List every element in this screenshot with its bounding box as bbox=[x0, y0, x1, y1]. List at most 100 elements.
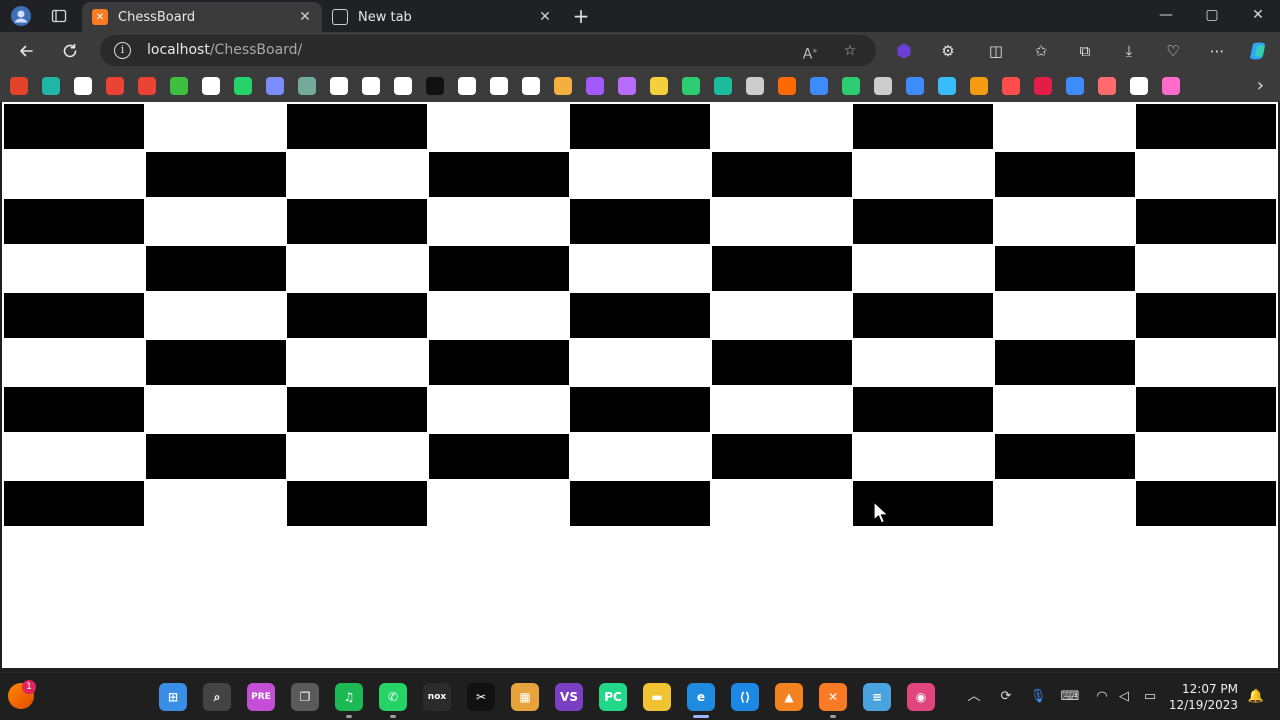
threads-icon[interactable] bbox=[330, 77, 348, 95]
framer-icon[interactable] bbox=[522, 77, 540, 95]
bing-icon[interactable] bbox=[906, 77, 924, 95]
gmail-icon[interactable] bbox=[106, 77, 124, 95]
store-icon[interactable]: ▦ bbox=[511, 683, 539, 711]
search-icon[interactable]: ⌕ bbox=[203, 683, 231, 711]
copilot-button[interactable] bbox=[1244, 37, 1274, 65]
edge-icon[interactable]: e bbox=[687, 683, 715, 711]
nox-icon[interactable]: nox bbox=[423, 683, 451, 711]
minimize-button[interactable]: — bbox=[1143, 0, 1189, 30]
back-button[interactable] bbox=[11, 37, 41, 65]
file-explorer-icon[interactable]: ▬ bbox=[643, 683, 671, 711]
site-info-icon[interactable]: i bbox=[114, 42, 131, 59]
volume-icon[interactable]: ◁ bbox=[1114, 687, 1134, 707]
whatsapp-icon[interactable] bbox=[234, 77, 252, 95]
a-icon[interactable] bbox=[1066, 77, 1084, 95]
close-tab-icon[interactable]: ✕ bbox=[298, 10, 312, 24]
close-window-button[interactable]: ✕ bbox=[1235, 0, 1280, 30]
settings-menu-button[interactable]: ⋯ bbox=[1202, 37, 1232, 65]
favorites-button[interactable]: ✩ bbox=[1026, 37, 1056, 65]
new-tab-button[interactable]: + bbox=[566, 3, 596, 29]
url-host: localhost bbox=[147, 42, 210, 58]
google-icon[interactable] bbox=[202, 77, 220, 95]
board-square-dark bbox=[853, 199, 993, 244]
refresh-button[interactable] bbox=[55, 37, 85, 65]
task-view-icon[interactable]: ❐ bbox=[291, 683, 319, 711]
close-tab-icon[interactable]: ✕ bbox=[538, 10, 552, 24]
notepad-icon[interactable]: ≡ bbox=[863, 683, 891, 711]
bookmarks-bar: › bbox=[0, 70, 1280, 102]
address-url[interactable]: localhost/ChessBoard/ bbox=[147, 42, 302, 58]
chevron-icon[interactable] bbox=[970, 77, 988, 95]
star-icon[interactable] bbox=[170, 77, 188, 95]
square-icon[interactable] bbox=[778, 77, 796, 95]
read-aloud-icon[interactable]: A» bbox=[800, 41, 820, 63]
split-screen-button[interactable]: ◫ bbox=[981, 37, 1011, 65]
pycharm-icon[interactable]: PC bbox=[599, 683, 627, 711]
sync-icon[interactable]: ⟳ bbox=[996, 687, 1016, 707]
gear-icon[interactable] bbox=[810, 77, 828, 95]
brush-icon[interactable] bbox=[1130, 77, 1148, 95]
photos-icon[interactable]: ◉ bbox=[907, 683, 935, 711]
wifi-icon[interactable]: ◠ bbox=[1092, 687, 1112, 707]
z-icon[interactable] bbox=[650, 77, 668, 95]
whatsapp-icon[interactable]: ✆ bbox=[379, 683, 407, 711]
coffee-icon[interactable] bbox=[490, 77, 508, 95]
gvc-icon[interactable] bbox=[746, 77, 764, 95]
leaf-icon[interactable] bbox=[842, 77, 860, 95]
d-icon[interactable] bbox=[1034, 77, 1052, 95]
palette-icon[interactable] bbox=[1162, 77, 1180, 95]
copilot-icon[interactable]: PRE bbox=[247, 683, 275, 711]
puzzle-icon[interactable] bbox=[1098, 77, 1116, 95]
maximize-button[interactable]: ▢ bbox=[1189, 0, 1235, 30]
board-square-dark bbox=[146, 340, 286, 385]
address-bar[interactable]: i localhost/ChessBoard/ A» ☆ bbox=[100, 35, 876, 66]
visual-studio-icon[interactable]: VS bbox=[555, 683, 583, 711]
extensions-button[interactable]: ⚙ bbox=[933, 37, 963, 65]
extension-button[interactable] bbox=[889, 37, 919, 65]
keyboard-icon[interactable]: ⌨ bbox=[1060, 687, 1080, 707]
github-icon[interactable] bbox=[74, 77, 92, 95]
chatgpt-icon[interactable] bbox=[298, 77, 316, 95]
f-icon[interactable] bbox=[682, 77, 700, 95]
tab-chessboard[interactable]: ✕ ChessBoard ✕ bbox=[82, 2, 322, 32]
profile-button[interactable] bbox=[6, 3, 36, 29]
bull-icon[interactable] bbox=[554, 77, 572, 95]
bookmarks-overflow-chevron-icon[interactable]: › bbox=[1257, 75, 1264, 96]
collections-button[interactable]: ⧉ bbox=[1070, 37, 1100, 65]
start-icon[interactable]: ⊞ bbox=[159, 683, 187, 711]
sparkle-icon[interactable] bbox=[618, 77, 636, 95]
board-square-dark bbox=[287, 481, 427, 526]
notion-icon[interactable] bbox=[458, 77, 476, 95]
browser-essentials-button[interactable]: ♡ bbox=[1158, 37, 1188, 65]
p-icon[interactable] bbox=[362, 77, 380, 95]
gmail-icon[interactable] bbox=[138, 77, 156, 95]
vlc-icon[interactable]: ▲ bbox=[775, 683, 803, 711]
download-icon: ⤓ bbox=[1125, 42, 1133, 60]
page-viewport bbox=[2, 102, 1278, 668]
gemini-icon[interactable] bbox=[266, 77, 284, 95]
c-icon[interactable] bbox=[394, 77, 412, 95]
triangle-icon[interactable] bbox=[426, 77, 444, 95]
collections-icon: ⧉ bbox=[1079, 42, 1091, 60]
downloads-button[interactable]: ⤓ bbox=[1114, 37, 1144, 65]
figma-icon[interactable] bbox=[586, 77, 604, 95]
tab-actions-icon bbox=[51, 9, 67, 23]
spotify-icon[interactable]: ♫ bbox=[335, 683, 363, 711]
git-icon[interactable] bbox=[10, 77, 28, 95]
tailwind-icon[interactable] bbox=[938, 77, 956, 95]
notification-bell-icon[interactable]: 🔔 bbox=[1246, 687, 1266, 707]
xampp-icon[interactable]: ✕ bbox=[819, 683, 847, 711]
ring-icon[interactable] bbox=[1002, 77, 1020, 95]
diamond-icon[interactable] bbox=[42, 77, 60, 95]
capcut-icon[interactable]: ✂ bbox=[467, 683, 495, 711]
microphone-icon[interactable]: 🎙 bbox=[1028, 687, 1048, 707]
w-icon[interactable] bbox=[714, 77, 732, 95]
car-icon[interactable] bbox=[874, 77, 892, 95]
favorite-star-icon[interactable]: ☆ bbox=[840, 41, 860, 61]
tab-new-tab[interactable]: New tab ✕ bbox=[322, 2, 562, 32]
tab-actions-button[interactable] bbox=[44, 3, 74, 29]
show-hidden-icons-chevron-icon[interactable]: ︿ bbox=[964, 687, 984, 707]
system-clock[interactable]: 12:07 PM 12/19/2023 bbox=[1169, 681, 1238, 713]
battery-icon[interactable]: ▭ bbox=[1140, 687, 1160, 707]
vscode-icon[interactable]: ⟨⟩ bbox=[731, 683, 759, 711]
